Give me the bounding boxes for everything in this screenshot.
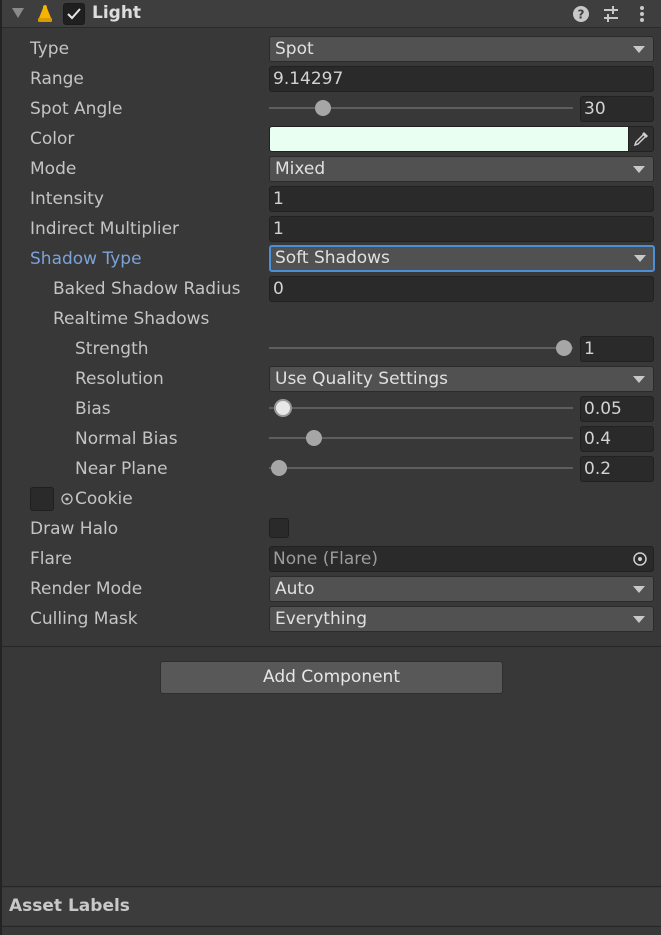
color-label: Color (30, 129, 75, 149)
light-component-icon (38, 5, 52, 22)
divider (2, 886, 661, 887)
culling-mask-label: Culling Mask (30, 609, 138, 629)
realtime-shadows-label: Realtime Shadows (53, 309, 210, 329)
bias-label: Bias (75, 399, 111, 419)
bias-slider-track[interactable] (269, 407, 573, 409)
normal-bias-label: Normal Bias (75, 429, 178, 449)
range-field[interactable]: 9.14297 (269, 66, 654, 92)
cookie-label: Cookie (75, 489, 133, 509)
near-plane-slider-track[interactable] (269, 467, 573, 469)
bias-slider-handle[interactable] (274, 399, 292, 417)
mode-label: Mode (30, 159, 77, 179)
render-mode-label: Render Mode (30, 579, 143, 599)
object-picker-icon[interactable] (60, 492, 74, 506)
help-icon[interactable]: ? (571, 4, 591, 24)
mode-dropdown[interactable]: Mixed (269, 156, 654, 182)
window-left-edge (0, 0, 2, 935)
normal-bias-field[interactable]: 0.4 (580, 426, 654, 452)
spot-angle-field[interactable]: 30 (580, 96, 654, 122)
svg-text:?: ? (578, 8, 585, 22)
color-swatch[interactable] (269, 126, 629, 152)
near-plane-field[interactable]: 0.2 (580, 456, 654, 482)
bias-field[interactable]: 0.05 (580, 396, 654, 422)
draw-halo-label: Draw Halo (30, 519, 119, 539)
resolution-label: Resolution (75, 369, 164, 389)
flare-label: Flare (30, 549, 72, 569)
range-label: Range (30, 69, 84, 89)
resolution-dropdown[interactable]: Use Quality Settings (269, 366, 654, 392)
spot-angle-label: Spot Angle (30, 99, 123, 119)
type-dropdown[interactable]: Spot (269, 36, 654, 62)
chevron-down-icon (633, 376, 645, 383)
type-value: Spot (275, 39, 314, 59)
eyedropper-button[interactable] (628, 126, 654, 152)
kebab-menu-icon[interactable] (632, 4, 652, 24)
flare-field[interactable]: None (Flare) (269, 546, 654, 572)
render-mode-value: Auto (275, 579, 315, 599)
resolution-value: Use Quality Settings (275, 369, 449, 389)
near-plane-label: Near Plane (75, 459, 168, 479)
chevron-down-icon (633, 586, 645, 593)
baked-shadow-radius-label: Baked Shadow Radius (53, 279, 241, 299)
flare-value: None (Flare) (273, 549, 379, 569)
intensity-label: Intensity (30, 189, 104, 209)
chevron-down-icon (633, 46, 645, 53)
normal-bias-slider-handle[interactable] (306, 430, 322, 446)
foldout-arrow-icon[interactable] (12, 8, 24, 18)
divider (2, 646, 661, 647)
spot-angle-slider-handle[interactable] (315, 100, 331, 116)
shadow-type-label: Shadow Type (30, 249, 142, 269)
strength-label: Strength (75, 339, 149, 359)
near-plane-slider-handle[interactable] (271, 460, 287, 476)
draw-halo-checkbox[interactable] (269, 518, 289, 538)
mode-value: Mixed (275, 159, 326, 179)
preset-icon[interactable] (601, 4, 621, 24)
component-header[interactable]: Light ? (2, 0, 661, 28)
cookie-texture-slot[interactable] (30, 487, 54, 511)
strength-slider-track[interactable] (269, 347, 573, 349)
strength-field[interactable]: 1 (580, 336, 654, 362)
component-title: Light (92, 3, 142, 23)
render-mode-dropdown[interactable]: Auto (269, 576, 654, 602)
eyedropper-icon (633, 132, 648, 147)
chevron-down-icon (633, 616, 645, 623)
chevron-down-icon (634, 255, 646, 262)
indirect-multiplier-label: Indirect Multiplier (30, 219, 180, 239)
shadow-type-value: Soft Shadows (275, 248, 390, 268)
baked-shadow-radius-field[interactable]: 0 (269, 276, 654, 302)
shadow-type-dropdown[interactable]: Soft Shadows (269, 245, 655, 272)
type-label: Type (30, 39, 70, 59)
add-component-button[interactable]: Add Component (160, 661, 503, 694)
culling-mask-dropdown[interactable]: Everything (269, 606, 654, 632)
component-enabled-checkbox[interactable] (63, 3, 85, 25)
object-picker-icon[interactable] (632, 551, 648, 567)
indirect-multiplier-field[interactable]: 1 (269, 216, 654, 242)
strength-slider-handle[interactable] (556, 340, 572, 356)
bottom-strip (2, 926, 661, 935)
culling-mask-value: Everything (275, 609, 368, 629)
intensity-field[interactable]: 1 (269, 186, 654, 212)
chevron-down-icon (633, 166, 645, 173)
asset-labels-header[interactable]: Asset Labels (2, 888, 661, 925)
